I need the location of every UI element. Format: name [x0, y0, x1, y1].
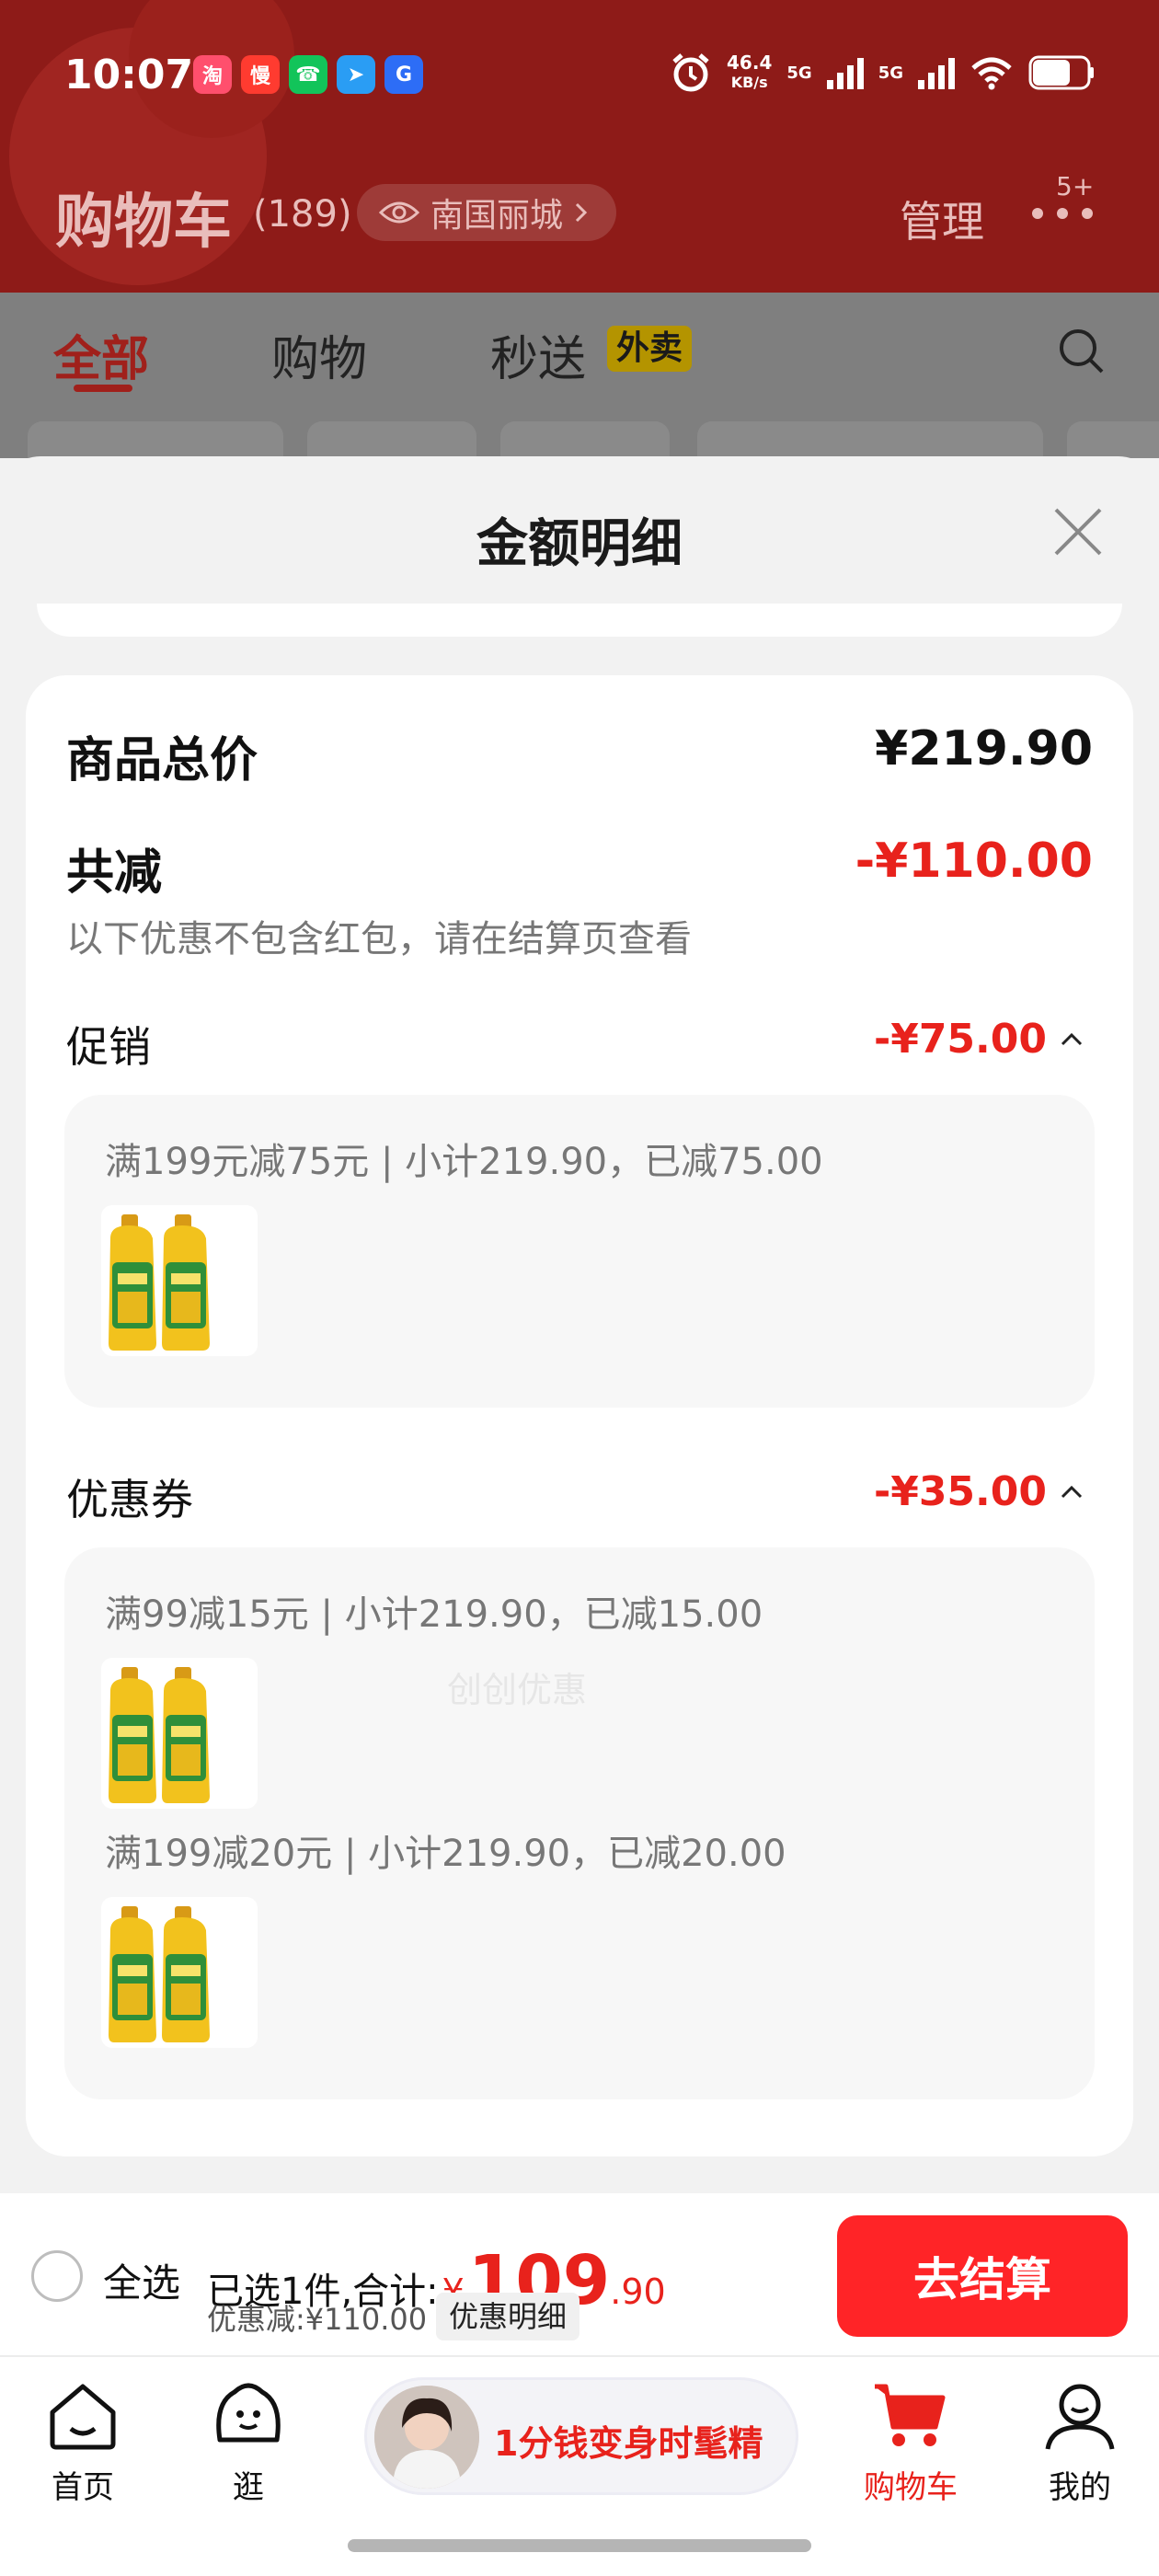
- message-badge: 5+: [1056, 171, 1095, 201]
- browse-icon: [216, 2383, 281, 2443]
- chevron-right-icon: [575, 202, 588, 223]
- total-reduction-value: -¥110.00: [855, 834, 1093, 889]
- promo-person-image: [374, 2386, 479, 2489]
- signal-5g-label-2: 5G: [878, 63, 903, 83]
- system-icons: 46.4 KB/s 5G 5G: [670, 52, 1095, 94]
- promotion-rule-text: 满199元减75元 | 小计219.90，已减75.00: [105, 1141, 823, 1183]
- corn-oil-bottles-image: [109, 1214, 210, 1351]
- close-icon[interactable]: [1049, 502, 1107, 561]
- nav-me[interactable]: 我的: [1006, 2375, 1153, 2507]
- chevron-up-icon: [1061, 1485, 1083, 1498]
- shopping-app-icon: 淘: [193, 55, 232, 94]
- tab-instant-delivery[interactable]: 秒送: [490, 320, 586, 389]
- total-price-value: ¥219.90: [875, 721, 1093, 776]
- discount-detail-button[interactable]: 优惠明细: [436, 2293, 580, 2340]
- nav-home-label: 首页: [52, 2469, 114, 2506]
- wifi-icon: [971, 57, 1012, 90]
- eye-icon: [379, 201, 419, 224]
- search-icon[interactable]: [1056, 326, 1107, 377]
- corn-oil-bottles-image: [109, 1667, 210, 1803]
- coupon-rule-text: 满99减15元 | 小计219.90，已减15.00: [105, 1593, 763, 1636]
- cart-header: 10:07 淘 慢 ☎ ➤ G 46.4 KB/s 5G 5G 购物车 (189…: [0, 0, 1159, 293]
- page-title: 购物车: [55, 189, 232, 257]
- phone-app-icon: ☎: [289, 55, 327, 94]
- promotion-label: 促销: [66, 1022, 151, 1072]
- deal-app-icon: 慢: [241, 55, 280, 94]
- select-all-radio[interactable]: [31, 2250, 83, 2302]
- browser-app-icon: G: [384, 55, 423, 94]
- location-label: 南国丽城: [430, 197, 564, 235]
- amount-detail-sheet: 金额明细 商品总价 ¥219.90 共减 -¥110.00 以下优惠不包含红包，…: [0, 456, 1159, 2195]
- promotion-amount: -¥75.00: [873, 1016, 1047, 1063]
- nav-me-label: 我的: [1049, 2469, 1111, 2506]
- checkout-bar: 全选 已选1件,合计: ¥ 109 .90 优惠减:¥110.00 优惠明细 去…: [0, 2193, 1159, 2357]
- home-indicator[interactable]: [348, 2539, 811, 2552]
- signal-5g-label: 5G: [786, 63, 812, 83]
- tab-all[interactable]: 全部: [53, 320, 149, 389]
- signal-icon-2: [918, 58, 955, 89]
- filter-chip: [500, 421, 670, 458]
- filter-chip: [307, 421, 476, 458]
- scrolled-card-edge: [37, 604, 1122, 637]
- manage-button[interactable]: 管理: [900, 189, 984, 249]
- filter-chip: [28, 421, 283, 458]
- promo-text: 1分钱变身时髦精: [494, 2423, 763, 2464]
- coupon-label: 优惠券: [66, 1475, 193, 1524]
- status-time: 10:07: [64, 52, 194, 98]
- nav-cart[interactable]: 购物车: [837, 2375, 984, 2507]
- telegram-app-icon: ➤: [337, 55, 375, 94]
- takeout-tag: 外卖: [607, 326, 693, 372]
- filter-chip: [697, 421, 1043, 458]
- product-thumbnail[interactable]: [101, 1897, 258, 2048]
- discount-amount: 优惠减:¥110.00: [207, 2302, 428, 2337]
- total-reduction-label: 共减: [66, 845, 163, 901]
- tab-shopping[interactable]: 购物: [271, 320, 367, 389]
- network-speed: 46.4 KB/s: [727, 52, 773, 91]
- notification-icons: 淘 慢 ☎ ➤ G: [193, 55, 423, 94]
- home-icon: [50, 2384, 116, 2450]
- reduction-note: 以下优惠不包含红包，请在结算页查看: [66, 918, 692, 960]
- nav-browse-label: 逛: [233, 2469, 264, 2506]
- select-all-label[interactable]: 全选: [103, 2252, 180, 2308]
- total-price-decimal: .90: [610, 2271, 666, 2312]
- corn-oil-bottles-image: [109, 1906, 210, 2042]
- coupon-amount: -¥35.00: [873, 1468, 1047, 1515]
- checkout-button[interactable]: 去结算: [837, 2215, 1128, 2337]
- product-thumbnail[interactable]: [101, 1658, 258, 1809]
- sheet-title: 金额明细: [476, 514, 683, 574]
- coupon-rule-text-2: 满199减20元 | 小计219.90，已减20.00: [105, 1833, 786, 1875]
- battery-icon: [1028, 55, 1094, 90]
- user-icon: [1045, 2384, 1115, 2450]
- category-tabs: 全部 购物 秒送 外卖: [0, 293, 1159, 458]
- promo-banner-button[interactable]: 1分钱变身时髦精: [364, 2377, 798, 2495]
- location-selector[interactable]: 南国丽城: [357, 184, 617, 241]
- nav-home[interactable]: 首页: [9, 2375, 156, 2507]
- signal-icon: [826, 58, 864, 89]
- nav-cart-label: 购物车: [864, 2469, 958, 2506]
- cart-count: (189): [253, 193, 352, 236]
- promotion-detail-box: 满199元减75元 | 小计219.90，已减75.00: [64, 1095, 1095, 1408]
- active-tab-indicator: [74, 385, 132, 392]
- cart-icon: [875, 2384, 946, 2446]
- amount-detail-card: 商品总价 ¥219.90 共减 -¥110.00 以下优惠不包含红包，请在结算页…: [26, 675, 1133, 2156]
- promotion-amount-toggle[interactable]: -¥75.00: [874, 1016, 1084, 1063]
- filter-chip: [1067, 421, 1159, 458]
- promo-avatar: [374, 2386, 479, 2489]
- watermark: 创创优惠: [447, 1670, 588, 1710]
- status-bar: 10:07 淘 慢 ☎ ➤ G 46.4 KB/s 5G 5G: [0, 0, 1159, 152]
- more-dots-icon[interactable]: [1030, 204, 1095, 223]
- alarm-icon: [672, 53, 709, 92]
- coupon-amount-toggle[interactable]: -¥35.00: [874, 1468, 1084, 1515]
- total-price-label: 商品总价: [66, 733, 258, 788]
- nav-browse[interactable]: 逛: [175, 2375, 322, 2507]
- product-thumbnail[interactable]: [101, 1205, 258, 1356]
- chevron-up-icon: [1061, 1032, 1083, 1045]
- coupon-detail-box: 满99减15元 | 小计219.90，已减15.00 满199减20元 | 小计…: [64, 1547, 1095, 2099]
